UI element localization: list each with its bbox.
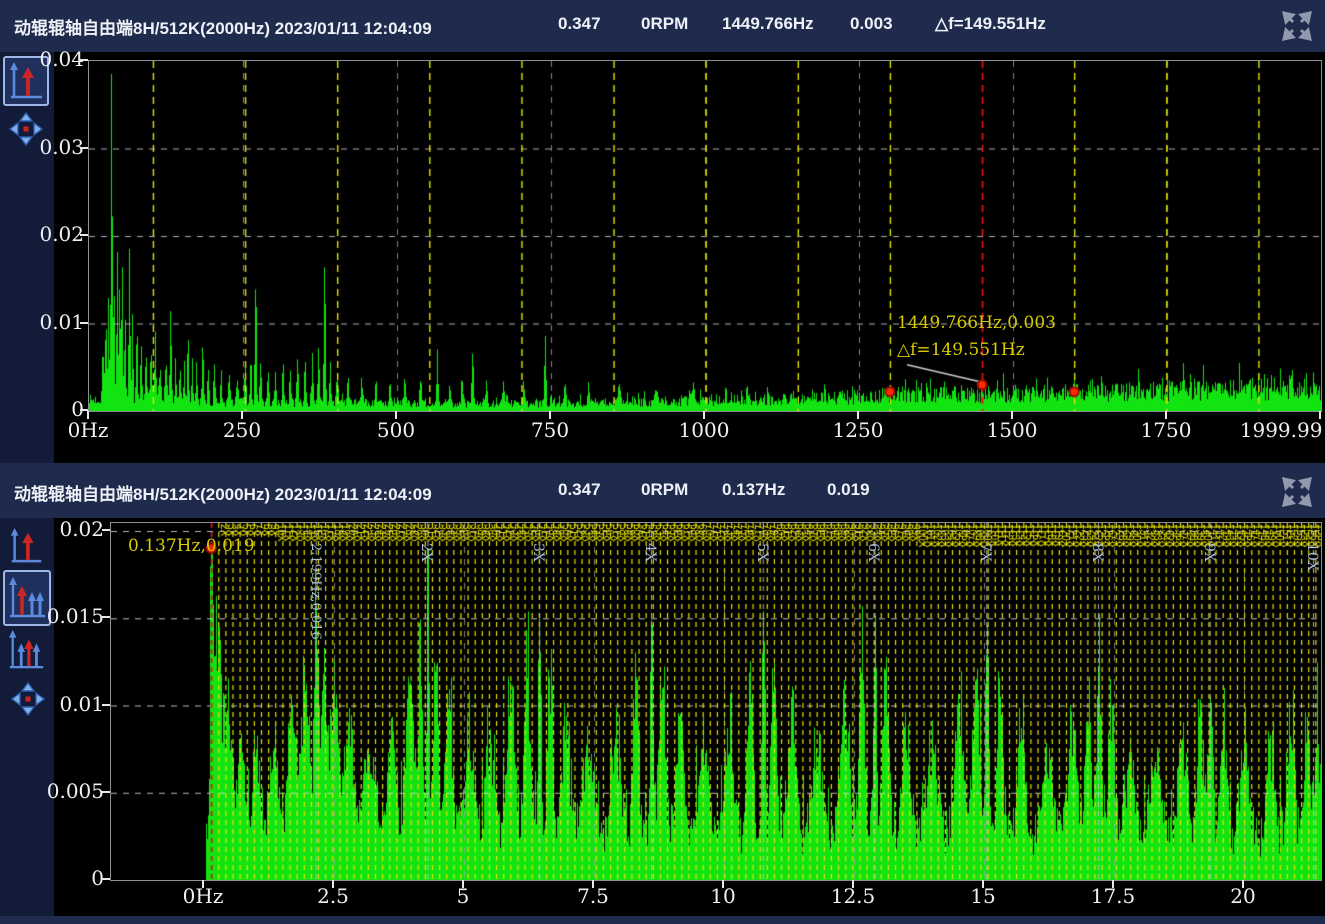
order-marker-label: 6X bbox=[865, 543, 881, 562]
spectrum2-title: 动辊辊轴自由端8H/512K(2000Hz) 2023/01/11 12:04:… bbox=[14, 480, 432, 505]
x-tick-mark bbox=[549, 411, 551, 419]
y-tick-label: 0.01 bbox=[34, 692, 104, 716]
spectrum2-cursor-freq: 0.137Hz bbox=[722, 480, 785, 500]
y-tick-mark bbox=[80, 322, 88, 324]
spectrum1-cursor-freq: 1449.766Hz bbox=[722, 14, 814, 34]
spectrum1-plot[interactable] bbox=[88, 60, 1322, 412]
order-marker-label: 5X bbox=[754, 543, 770, 562]
y-tick-label: 0 bbox=[34, 866, 104, 890]
x-tick-mark bbox=[592, 880, 594, 888]
x-tick-mark bbox=[982, 880, 984, 888]
x-tick-label: 1999.99 bbox=[1240, 418, 1323, 442]
x-tick-label: 250 bbox=[223, 418, 261, 442]
spectrum2-overall-value: 0.347 bbox=[558, 480, 601, 500]
y-tick-mark bbox=[102, 704, 110, 706]
x-tick-label: 1000 bbox=[679, 418, 730, 442]
x-tick-mark bbox=[241, 411, 243, 419]
spectrum2-plot[interactable] bbox=[110, 522, 1322, 881]
spectrum1-header: 动辊辊轴自由端8H/512K(2000Hz) 2023/01/11 12:04:… bbox=[0, 0, 1325, 52]
y-tick-label: 0.005 bbox=[34, 779, 104, 803]
spectrum2-rpm: 0RPM bbox=[641, 480, 688, 500]
x-tick-mark bbox=[703, 411, 705, 419]
x-tick-mark bbox=[87, 411, 89, 419]
order-marker-label: 7X bbox=[977, 543, 993, 562]
order-marker-label: 2X bbox=[418, 543, 434, 562]
y-tick-mark bbox=[80, 59, 88, 61]
spectrum1-rpm: 0RPM bbox=[641, 14, 688, 34]
sideband-cursor-icon[interactable] bbox=[5, 626, 47, 674]
y-tick-label: 0.04 bbox=[14, 47, 84, 71]
order-marker-label: 9X bbox=[1201, 543, 1217, 562]
x-tick-mark bbox=[462, 880, 464, 888]
expand-fullscreen-icon[interactable] bbox=[1281, 476, 1313, 508]
x-tick-label: 1500 bbox=[987, 418, 1038, 442]
x-tick-label: 500 bbox=[377, 418, 415, 442]
x-tick-mark bbox=[857, 411, 859, 419]
y-tick-mark bbox=[102, 529, 110, 531]
x-tick-mark bbox=[395, 411, 397, 419]
spectrum1-cursor-annotation-line2: △f=149.551Hz bbox=[897, 340, 1025, 360]
spectrum1-title: 动辊辊轴自由端8H/512K(2000Hz) 2023/01/11 12:04:… bbox=[14, 14, 432, 39]
spectrum2-header: 动辊辊轴自由端8H/512K(2000Hz) 2023/01/11 12:04:… bbox=[0, 463, 1325, 518]
x-tick-label: 1250 bbox=[833, 418, 884, 442]
spectrum1-cursor-annotation-line1: 1449.766Hz,0.003 bbox=[897, 313, 1056, 333]
spectrum-analyzer-app: 动辊辊轴自由端8H/512K(2000Hz) 2023/01/11 12:04:… bbox=[0, 0, 1325, 924]
order-marker-value-label: 2.199Hz,0.016 bbox=[308, 543, 323, 640]
y-tick-mark bbox=[102, 791, 110, 793]
spectrum1-delta-f: △f=149.551Hz bbox=[935, 14, 1046, 34]
x-tick-mark bbox=[852, 880, 854, 888]
y-tick-mark bbox=[80, 234, 88, 236]
y-tick-label: 0.03 bbox=[14, 135, 84, 159]
x-tick-mark bbox=[1011, 411, 1013, 419]
x-tick-mark bbox=[332, 880, 334, 888]
y-tick-label: 0.02 bbox=[34, 517, 104, 541]
order-marker-label: 3X bbox=[530, 543, 546, 562]
spectrum2-toolbar bbox=[0, 518, 54, 916]
order-marker-label: 8X bbox=[1089, 543, 1105, 562]
y-tick-mark bbox=[80, 147, 88, 149]
y-tick-label: 0.015 bbox=[34, 604, 104, 628]
x-tick-mark bbox=[1165, 411, 1167, 419]
spectrum2-cursor-amp: 0.019 bbox=[827, 480, 870, 500]
order-marker-label: 4X bbox=[642, 543, 658, 562]
x-tick-mark bbox=[202, 880, 204, 888]
y-tick-mark bbox=[102, 878, 110, 880]
x-tick-mark bbox=[1242, 880, 1244, 888]
x-tick-mark bbox=[722, 880, 724, 888]
x-tick-mark bbox=[1112, 880, 1114, 888]
x-tick-mark bbox=[1319, 411, 1321, 419]
bottom-bar bbox=[0, 916, 1325, 924]
spectrum1-overall-value: 0.347 bbox=[558, 14, 601, 34]
x-tick-label: 0Hz bbox=[68, 418, 109, 442]
spectrum2-cursor-annotation: 0.137Hz,0.019 bbox=[128, 536, 255, 556]
x-tick-label: 1750 bbox=[1141, 418, 1192, 442]
y-tick-label: 0.01 bbox=[14, 310, 84, 334]
x-tick-label: 750 bbox=[531, 418, 569, 442]
y-tick-label: 0.02 bbox=[14, 222, 84, 246]
y-tick-mark bbox=[102, 616, 110, 618]
spectrum1-cursor-amp: 0.003 bbox=[850, 14, 893, 34]
order-marker-label: 10X bbox=[1304, 543, 1320, 571]
expand-fullscreen-icon[interactable] bbox=[1281, 10, 1313, 42]
